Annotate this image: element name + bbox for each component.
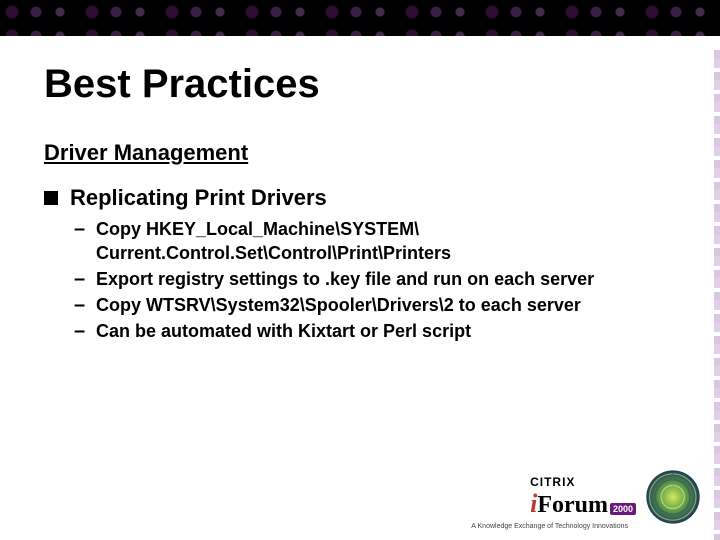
iforum-i: i — [530, 489, 537, 519]
dash-bullet-icon: – — [74, 267, 86, 291]
iforum-forum: Forum — [537, 492, 608, 519]
bullet-text: Export registry settings to .key file an… — [96, 267, 594, 291]
dash-bullet-icon: – — [74, 217, 86, 241]
list-item: Replicating Print Drivers — [44, 185, 664, 211]
list-item: – Copy HKEY_Local_Machine\SYSTEM\ Curren… — [74, 217, 664, 265]
logo-text-block: CITRIX i Forum 2000 — [530, 475, 636, 519]
decorative-top-border — [0, 0, 720, 50]
iforum-wordmark: i Forum 2000 — [530, 489, 636, 519]
swirl-icon — [644, 468, 702, 526]
dash-bullet-icon: – — [74, 293, 86, 317]
list-item: – Can be automated with Kixtart or Perl … — [74, 319, 664, 343]
year-badge: 2000 — [610, 503, 636, 515]
dash-bullet-icon: – — [74, 319, 86, 343]
slide: Best Practices Driver Management Replica… — [0, 0, 720, 540]
list-item: – Copy WTSRV\System32\Spooler\Drivers\2 … — [74, 293, 664, 317]
slide-body: Replicating Print Drivers – Copy HKEY_Lo… — [44, 185, 664, 345]
slide-subtitle: Driver Management — [44, 140, 248, 166]
slide-title: Best Practices — [44, 62, 320, 107]
section-heading: Replicating Print Drivers — [70, 185, 327, 211]
footer-logo: CITRIX i Forum 2000 — [530, 468, 702, 526]
citrix-wordmark: CITRIX — [530, 475, 636, 489]
decorative-side-stripe — [714, 50, 720, 540]
bullet-text: Copy HKEY_Local_Machine\SYSTEM\ Current.… — [96, 217, 664, 265]
bullet-text: Can be automated with Kixtart or Perl sc… — [96, 319, 471, 343]
bullet-text: Copy WTSRV\System32\Spooler\Drivers\2 to… — [96, 293, 581, 317]
purple-dot-pattern — [0, 0, 720, 50]
square-bullet-icon — [44, 191, 58, 205]
sub-list: – Copy HKEY_Local_Machine\SYSTEM\ Curren… — [74, 217, 664, 343]
list-item: – Export registry settings to .key file … — [74, 267, 664, 291]
